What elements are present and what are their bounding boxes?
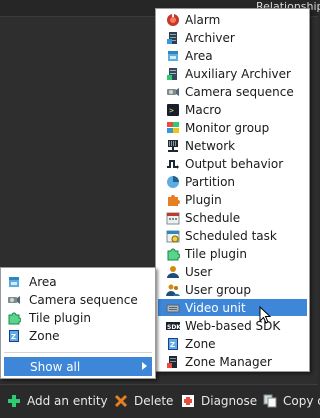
menu-item-zone[interactable]: Z Zone: [158, 335, 307, 352]
menu-item-network[interactable]: Network: [158, 137, 307, 154]
menu-item-label: Tile plugin: [185, 246, 247, 261]
diagnose-icon: [180, 393, 196, 409]
schedule-icon: [165, 210, 181, 226]
submenu-arrow-icon: [142, 362, 147, 370]
zone-icon: Z: [165, 336, 181, 352]
menu-item-label: Camera sequence: [185, 84, 294, 99]
menu-item-label: Alarm: [185, 12, 221, 27]
delete-button[interactable]: Delete: [113, 392, 173, 410]
menu-separator: [4, 352, 152, 353]
menu-item-web-based-sdk[interactable]: SDK Web-based SDK: [158, 317, 307, 334]
menu-item-user[interactable]: User: [158, 263, 307, 280]
user-icon: [165, 264, 181, 280]
scheduled-task-icon: [165, 228, 181, 244]
menu-item-video-unit[interactable]: Video unit: [158, 299, 307, 316]
tile-plugin-icon: [165, 246, 181, 262]
camera-sequence-icon: [165, 84, 181, 100]
diagnose-button[interactable]: Diagnose: [180, 392, 257, 410]
macro-icon: >: [165, 102, 181, 118]
sdk-icon: SDK: [165, 318, 181, 334]
svg-text:Z: Z: [170, 341, 175, 349]
menu-item-zone-manager[interactable]: Zone Manager: [158, 353, 307, 370]
mouse-cursor-icon: [259, 305, 272, 328]
menu-item-label: User: [185, 264, 213, 279]
menu-item-user-group[interactable]: User group: [158, 281, 307, 298]
delete-x-icon: [113, 393, 129, 409]
menu-item-label: Video unit: [185, 300, 246, 315]
menu-item-camera-sequence[interactable]: Camera sequence: [158, 83, 307, 100]
bottom-toolbar: Add an entity Delete Diagnose Copy c: [0, 384, 320, 418]
monitor-group-icon: [165, 120, 181, 136]
menu-item-area[interactable]: Area: [158, 47, 307, 64]
network-icon: [165, 138, 181, 154]
copy-label: Copy c: [283, 394, 320, 408]
recent-item-camera-sequence[interactable]: Camera sequence: [4, 291, 152, 309]
menu-item-label: Partition: [185, 174, 236, 189]
menu-item-alarm[interactable]: Alarm: [158, 11, 307, 28]
menu-item-label: Area: [185, 48, 213, 63]
show-all-button[interactable]: Show all: [4, 357, 152, 376]
delete-label: Delete: [134, 394, 174, 408]
recent-item-label: Zone: [29, 329, 60, 343]
alarm-icon: [165, 12, 181, 28]
archiver-icon: [165, 30, 181, 46]
recent-item-label: Area: [29, 275, 57, 289]
menu-item-auxiliary-archiver[interactable]: Auxiliary Archiver: [158, 65, 307, 82]
menu-item-plugin[interactable]: Plugin: [158, 191, 307, 208]
show-all-label: Show all: [30, 359, 81, 374]
menu-item-label: Macro: [185, 102, 222, 117]
menu-item-monitor-group[interactable]: Monitor group: [158, 119, 307, 136]
plus-icon: [6, 393, 22, 409]
menu-item-label: Zone Manager: [185, 354, 272, 369]
area-icon: [165, 48, 181, 64]
partition-icon: [165, 174, 181, 190]
menu-item-output-behavior[interactable]: Output behavior: [158, 155, 307, 172]
menu-item-partition[interactable]: Partition: [158, 173, 307, 190]
menu-item-label: Plugin: [185, 192, 222, 207]
entity-type-menu: Alarm Archiver Area Auxiliary Archiver C…: [155, 8, 310, 372]
menu-item-scheduled-task[interactable]: Scheduled task: [158, 227, 307, 244]
menu-item-label: Zone: [185, 336, 216, 351]
menu-item-label: Network: [185, 138, 236, 153]
svg-text:SDK: SDK: [167, 324, 180, 331]
add-entity-button[interactable]: Add an entity: [6, 392, 108, 410]
menu-item-label: Schedule: [185, 210, 241, 225]
menu-item-label: Monitor group: [185, 120, 270, 135]
recent-item-tile-plugin[interactable]: Tile plugin: [4, 309, 152, 327]
add-entity-label: Add an entity: [27, 394, 108, 408]
menu-item-archiver[interactable]: Archiver: [158, 29, 307, 46]
area-icon: [6, 274, 22, 290]
recent-item-label: Tile plugin: [29, 311, 91, 325]
tile-plugin-icon: [6, 310, 22, 326]
user-group-icon: [165, 282, 181, 298]
svg-text:Z: Z: [11, 333, 16, 341]
menu-item-schedule[interactable]: Schedule: [158, 209, 307, 226]
menu-item-tile-plugin[interactable]: Tile plugin: [158, 245, 307, 262]
diagnose-label: Diagnose: [201, 394, 258, 408]
menu-item-label: Output behavior: [185, 156, 284, 171]
svg-text:>: >: [169, 106, 174, 115]
menu-item-label: User group: [185, 282, 252, 297]
menu-item-label: Auxiliary Archiver: [185, 66, 291, 81]
auxiliary-archiver-icon: [165, 66, 181, 82]
menu-item-label: Archiver: [185, 30, 235, 45]
copy-icon: [262, 393, 278, 409]
output-behavior-icon: [165, 156, 181, 172]
recent-item-area[interactable]: Area: [4, 273, 152, 291]
zone-icon: Z: [6, 328, 22, 344]
zone-manager-icon: [165, 354, 181, 370]
recent-item-label: Camera sequence: [29, 293, 138, 307]
video-unit-icon: [165, 300, 181, 316]
menu-item-label: Scheduled task: [185, 228, 277, 243]
menu-item-macro[interactable]: > Macro: [158, 101, 307, 118]
recent-item-zone[interactable]: Z Zone: [4, 327, 152, 345]
plugin-icon: [165, 192, 181, 208]
camera-sequence-icon: [6, 292, 22, 308]
copy-configuration-button[interactable]: Copy c: [262, 392, 320, 410]
recent-entities-menu: Area Camera sequence Tile plugin Z Zone …: [0, 267, 156, 379]
